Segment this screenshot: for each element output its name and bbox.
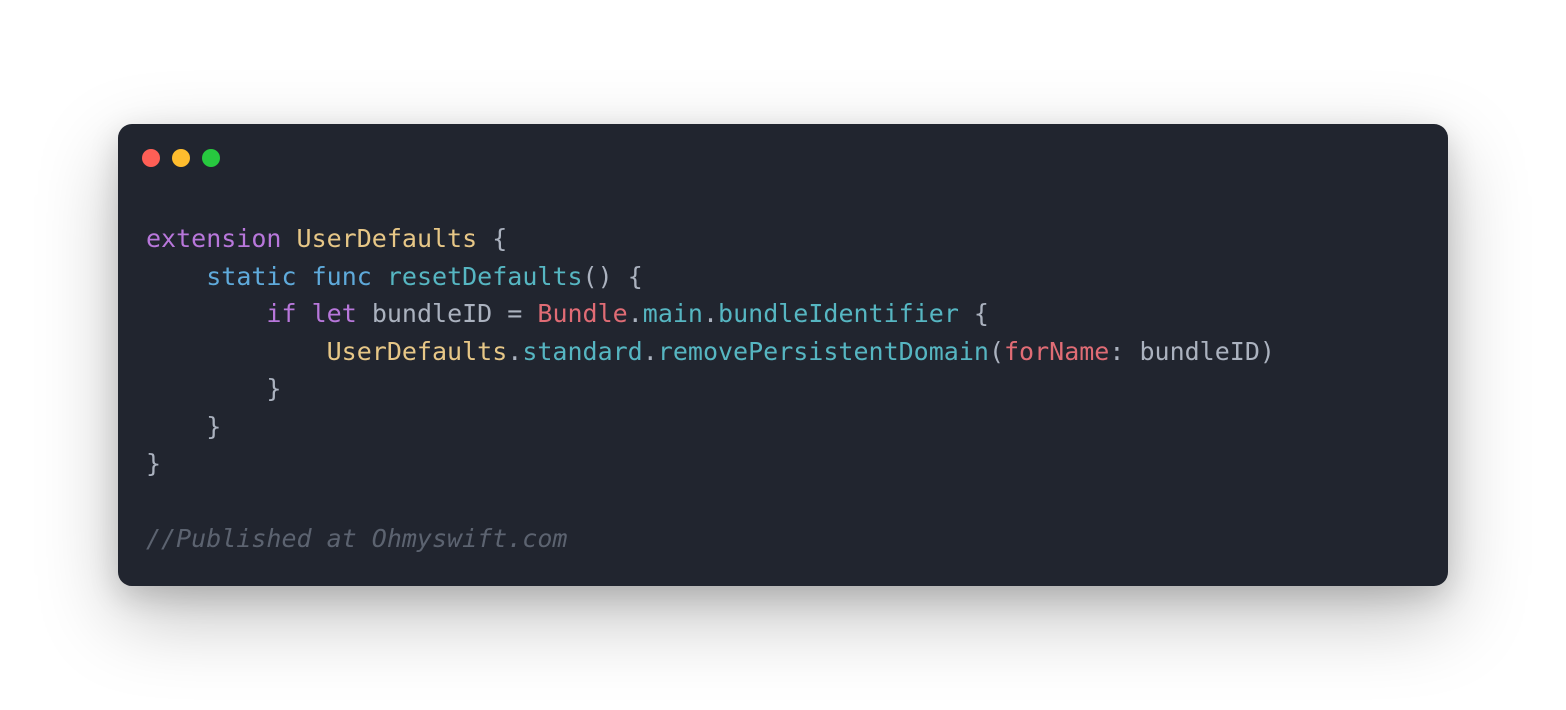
token-brace: } <box>206 412 221 441</box>
token-keyword: static <box>206 262 296 291</box>
token-indent <box>146 412 206 441</box>
token-identifier: bundleID <box>372 299 492 328</box>
code-window: extension UserDefaults { static func res… <box>118 124 1448 586</box>
minimize-icon[interactable] <box>172 149 190 167</box>
token-paren: ) <box>1260 337 1275 366</box>
token-type: Bundle <box>537 299 627 328</box>
token-operator: = <box>492 299 537 328</box>
token-type: UserDefaults <box>297 224 478 253</box>
token-dot: . <box>703 299 718 328</box>
token-dot: . <box>643 337 658 366</box>
token-indent <box>146 374 266 403</box>
token-identifier: bundleID <box>1139 337 1259 366</box>
token-property: standard <box>522 337 642 366</box>
window-titlebar <box>118 124 1448 168</box>
token-indent <box>146 337 327 366</box>
token-keyword: func <box>312 262 372 291</box>
token-brace: { <box>613 262 643 291</box>
token-brace: { <box>959 299 989 328</box>
close-icon[interactable] <box>142 149 160 167</box>
maximize-icon[interactable] <box>202 149 220 167</box>
token-keyword: let <box>312 299 357 328</box>
token-property: bundleIdentifier <box>718 299 959 328</box>
token-property: main <box>643 299 703 328</box>
comment-line: //Published at Ohmyswift.com <box>146 524 567 553</box>
token-param-label: forName <box>1004 337 1109 366</box>
token-type: UserDefaults <box>327 337 508 366</box>
token-parens: () <box>583 262 613 291</box>
token-indent <box>146 299 266 328</box>
token-dot: . <box>628 299 643 328</box>
token-keyword: extension <box>146 224 281 253</box>
token-dot: . <box>507 337 522 366</box>
token-method: removePersistentDomain <box>658 337 989 366</box>
token-brace: { <box>477 224 507 253</box>
token-indent <box>146 262 206 291</box>
code-block: extension UserDefaults { static func res… <box>118 168 1448 586</box>
token-brace: } <box>146 449 161 478</box>
token-paren: ( <box>989 337 1004 366</box>
token-keyword: if <box>266 299 296 328</box>
token-colon: : <box>1109 337 1139 366</box>
token-function: resetDefaults <box>387 262 583 291</box>
token-brace: } <box>266 374 281 403</box>
